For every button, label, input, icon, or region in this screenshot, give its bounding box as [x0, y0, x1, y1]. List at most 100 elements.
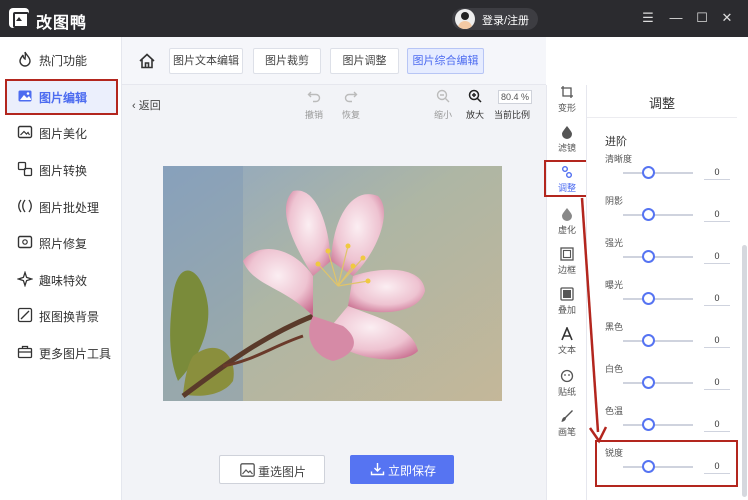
repair-icon	[17, 235, 33, 249]
slider-value[interactable]: 0	[704, 207, 730, 222]
back-button[interactable]: ‹ 返回	[132, 97, 161, 113]
sidebar-item-convert[interactable]: 图片转换	[6, 152, 118, 186]
slider-knob[interactable]	[642, 292, 655, 305]
sidebar-item-label: 更多图片工具	[39, 347, 112, 361]
save-button[interactable]: 立即保存	[350, 455, 454, 484]
slider-knob[interactable]	[642, 418, 655, 431]
sidebar-item-beautify[interactable]: 图片美化	[6, 115, 118, 149]
tool-sticker[interactable]: 贴纸	[547, 365, 587, 405]
canvas-area: ‹ 返回 撤销 恢复 缩小 放大 80.4 % 当前比例 重选图片 立即保存	[122, 85, 546, 500]
batch-icon	[18, 199, 32, 213]
cutout-icon	[17, 307, 33, 323]
text-icon	[561, 327, 573, 341]
minimize-icon[interactable]: —	[667, 9, 685, 27]
slider-track[interactable]	[623, 424, 693, 426]
slider-label: 白色	[605, 364, 624, 374]
close-icon[interactable]: ✕	[718, 9, 736, 27]
slider-track[interactable]	[623, 256, 693, 258]
undo-button[interactable]: 撤销	[300, 89, 328, 121]
zoom-value[interactable]: 80.4 %	[498, 90, 532, 104]
download-icon	[370, 463, 385, 476]
redo-icon	[344, 91, 358, 103]
maximize-icon[interactable]: ☐	[693, 9, 711, 27]
title-bar: 改图鸭 登录/注册 ☰ — ☐ ✕	[0, 0, 748, 37]
slider-label: 强光	[605, 238, 624, 248]
slider-value[interactable]: 0	[704, 165, 730, 180]
overlay-icon	[560, 287, 574, 301]
adjust-panel: 调整 进阶 清晰度 0 阴影 0 强光 0 曝光 0 黑色 0 白色 0 色温	[586, 85, 748, 500]
slider-knob[interactable]	[642, 376, 655, 389]
fire-icon	[19, 51, 31, 67]
tool-transform[interactable]: 变形	[547, 81, 587, 121]
tool-border[interactable]: 边框	[547, 243, 587, 283]
tab-crop[interactable]: 图片裁剪	[253, 48, 321, 74]
login-label: 登录/注册	[482, 15, 530, 27]
slider-track[interactable]	[623, 382, 693, 384]
tool-filter[interactable]: 滤镜	[547, 121, 587, 161]
zoom-out-button[interactable]: 缩小	[429, 89, 457, 121]
convert-icon	[17, 161, 33, 177]
tool-blur[interactable]: 虚化	[547, 203, 587, 243]
slider-knob[interactable]	[642, 334, 655, 347]
back-label: 返回	[138, 100, 161, 112]
home-icon[interactable]	[138, 52, 156, 70]
tool-text[interactable]: 文本	[547, 323, 587, 363]
tool-strip: 变形 滤镜 调整 虚化 边框 叠加 文本 贴纸 画笔	[546, 85, 586, 500]
filter-icon	[562, 126, 572, 139]
slider-track[interactable]	[623, 214, 693, 216]
panel-title: 调整	[648, 96, 675, 111]
section-advanced: 进阶	[605, 136, 627, 148]
tool-label: 变形	[557, 103, 576, 113]
highlight-box-sharpness	[595, 440, 738, 487]
panel-divider	[587, 117, 737, 118]
tool-overlay[interactable]: 叠加	[547, 283, 587, 323]
tab-text-edit[interactable]: 图片文本编辑	[169, 48, 243, 74]
panel-scrollbar[interactable]	[742, 245, 747, 497]
tool-label: 虚化	[557, 225, 576, 235]
sidebar-item-repair[interactable]: 照片修复	[6, 225, 118, 259]
tool-label: 文本	[557, 345, 576, 355]
reselect-label: 重选图片	[258, 465, 307, 479]
sidebar-item-label: 图片转换	[39, 164, 88, 178]
zoom-in-label: 放大	[465, 110, 484, 120]
slider-track[interactable]	[623, 340, 693, 342]
sidebar-item-cutout[interactable]: 抠图换背景	[6, 298, 118, 332]
sidebar-item-label: 抠图换背景	[39, 310, 100, 324]
slider-knob[interactable]	[642, 250, 655, 263]
slider-label: 色温	[605, 406, 624, 416]
sidebar-item-effects[interactable]: 趣味特效	[6, 262, 118, 296]
blur-icon	[562, 208, 572, 221]
slider-value[interactable]: 0	[704, 291, 730, 306]
sidebar-item-batch[interactable]: 图片批处理	[6, 189, 118, 223]
slider-track[interactable]	[623, 172, 693, 174]
tool-brush[interactable]: 画笔	[547, 405, 587, 445]
tab-adjust[interactable]: 图片调整	[330, 48, 399, 74]
menu-icon[interactable]: ☰	[639, 9, 657, 27]
zoom-in-button[interactable]: 放大	[461, 89, 489, 121]
slider-value[interactable]: 0	[704, 417, 730, 432]
effects-icon	[17, 271, 33, 287]
zoom-in-icon	[468, 89, 482, 103]
login-button[interactable]: 登录/注册	[452, 8, 538, 30]
sidebar-item-hot[interactable]: 热门功能	[6, 42, 118, 76]
redo-button[interactable]: 恢复	[337, 89, 365, 121]
slider-value[interactable]: 0	[704, 249, 730, 264]
sidebar-item-label: 照片修复	[39, 237, 88, 251]
tool-label: 叠加	[557, 305, 576, 315]
edit-toolbar: 图片文本编辑 图片裁剪 图片调整 图片综合编辑	[122, 37, 546, 85]
tab-comprehensive-edit[interactable]: 图片综合编辑	[407, 48, 484, 74]
app-title: 改图鸭	[36, 15, 88, 32]
reselect-image-button[interactable]: 重选图片	[219, 455, 325, 484]
slider-track[interactable]	[623, 298, 693, 300]
image-icon	[240, 463, 255, 477]
sidebar-item-label: 图片美化	[39, 127, 88, 141]
slider-label: 阴影	[605, 196, 624, 206]
slider-knob[interactable]	[642, 166, 655, 179]
chevron-left-icon: ‹	[132, 100, 136, 112]
slider-value[interactable]: 0	[704, 333, 730, 348]
tool-label: 贴纸	[557, 387, 576, 397]
slider-value[interactable]: 0	[704, 375, 730, 390]
sidebar-item-more-tools[interactable]: 更多图片工具	[6, 335, 118, 369]
slider-knob[interactable]	[642, 208, 655, 221]
avatar	[455, 9, 475, 29]
